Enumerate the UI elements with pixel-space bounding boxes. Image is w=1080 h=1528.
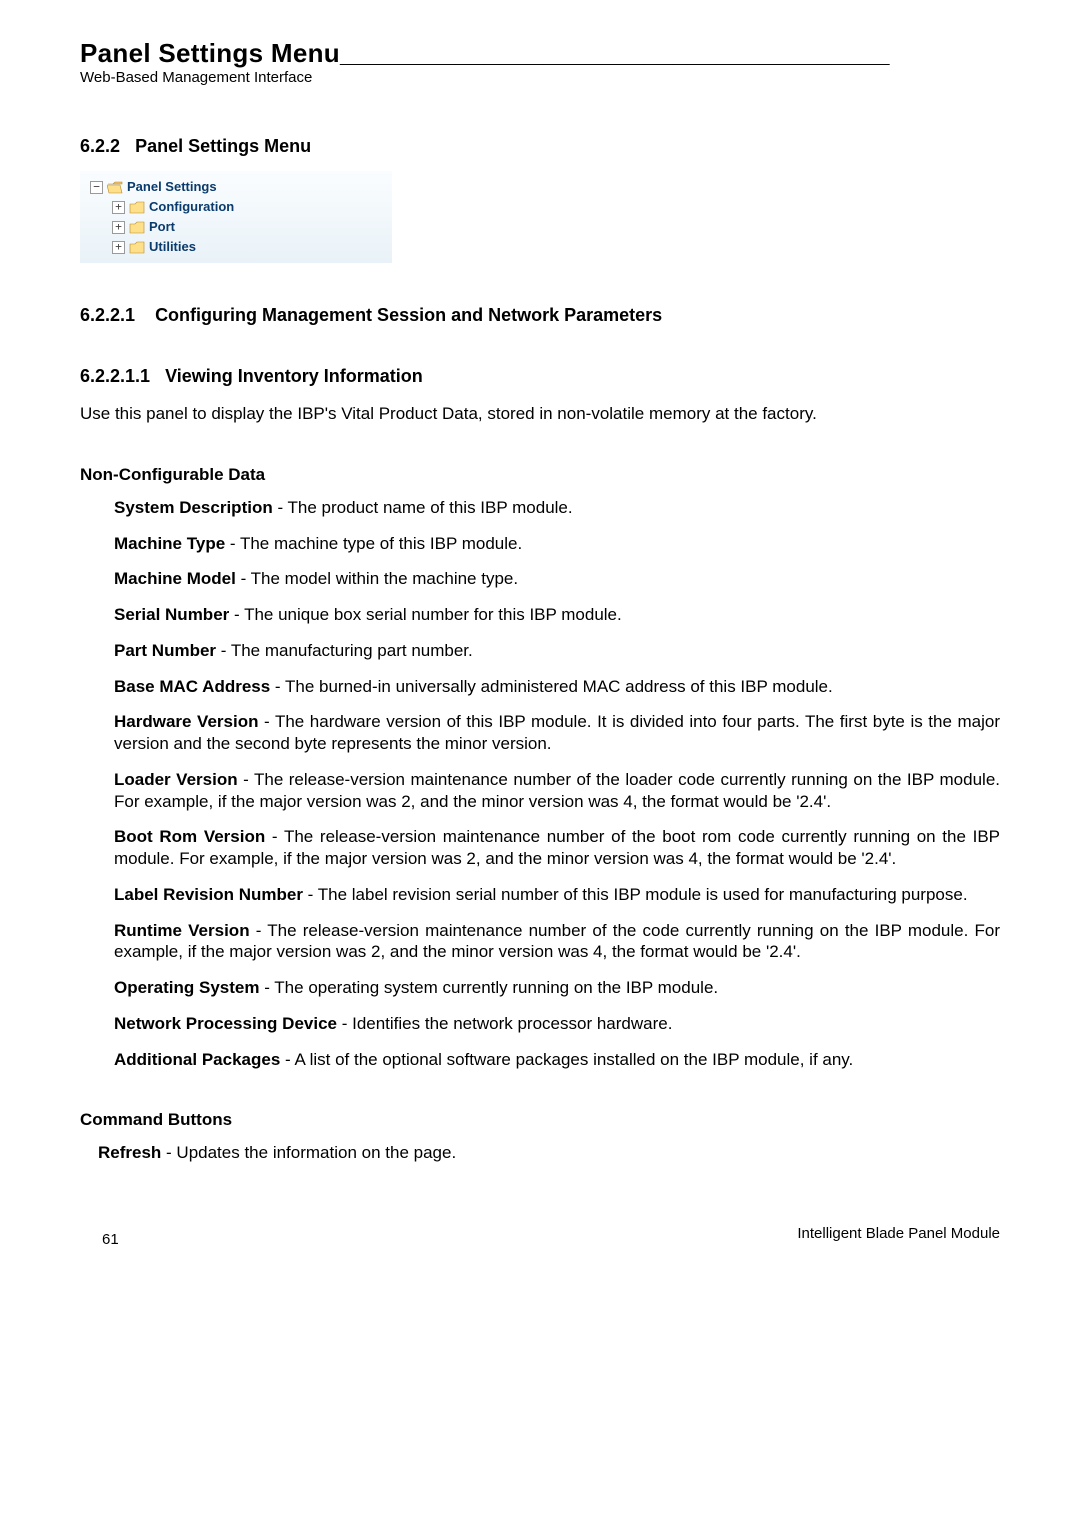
def-desc: - The release-version maintenance number…: [114, 770, 1000, 811]
def-desc: - The machine type of this IBP module.: [225, 534, 522, 553]
noncfg-list: System Description - The product name of…: [80, 497, 1000, 1071]
def-term: Serial Number: [114, 605, 229, 624]
def-desc: - Updates the information on the page.: [161, 1143, 456, 1162]
def-term: Refresh: [98, 1143, 161, 1162]
page-footer: 61 Intelligent Blade Panel Module: [80, 1224, 1000, 1248]
def-desc: - The product name of this IBP module.: [273, 498, 573, 517]
tree-root-label: Panel Settings: [127, 177, 217, 197]
def-desc: - The manufacturing part number.: [216, 641, 473, 660]
def-term: Label Revision Number: [114, 885, 303, 904]
page-title: Panel Settings Menu: [80, 38, 340, 68]
list-item: Refresh - Updates the information on the…: [98, 1142, 1000, 1164]
section-heading-6-2-2-1-1: 6.2.2.1.1 Viewing Inventory Information: [80, 366, 1000, 387]
folder-open-icon: [107, 181, 123, 194]
def-desc: - A list of the optional software packag…: [280, 1050, 853, 1069]
expand-icon[interactable]: +: [112, 221, 125, 234]
def-term: System Description: [114, 498, 273, 517]
page-header: Panel Settings Menu_____________________…: [80, 38, 1000, 69]
list-item: Part Number - The manufacturing part num…: [114, 640, 1000, 662]
list-item: Operating System - The operating system …: [114, 977, 1000, 999]
section-title: Panel Settings Menu: [135, 136, 311, 156]
section-heading-6-2-2: 6.2.2 Panel Settings Menu: [80, 136, 1000, 157]
def-term: Runtime Version: [114, 921, 250, 940]
collapse-icon[interactable]: −: [90, 181, 103, 194]
def-term: Base MAC Address: [114, 677, 270, 696]
page-subtitle: Web-Based Management Interface: [80, 69, 1000, 86]
list-item: Hardware Version - The hardware version …: [114, 711, 1000, 755]
def-desc: - The operating system currently running…: [260, 978, 719, 997]
section-number: 6.2.2: [80, 136, 120, 156]
list-item: Network Processing Device - Identifies t…: [114, 1013, 1000, 1035]
list-item: Machine Type - The machine type of this …: [114, 533, 1000, 555]
list-item: System Description - The product name of…: [114, 497, 1000, 519]
section-title: Viewing Inventory Information: [165, 366, 423, 386]
section-number: 6.2.2.1.1: [80, 366, 150, 386]
section-number: 6.2.2.1: [80, 305, 135, 325]
tree-item-label: Configuration: [149, 197, 234, 217]
list-item: Base MAC Address - The burned-in univers…: [114, 676, 1000, 698]
tree-root-row[interactable]: − Panel Settings: [86, 177, 386, 197]
page-number: 61: [102, 1231, 119, 1248]
header-rule: ______________________________________: [340, 38, 889, 68]
def-term: Operating System: [114, 978, 260, 997]
list-item: Machine Model - The model within the mac…: [114, 568, 1000, 590]
def-term: Machine Model: [114, 569, 236, 588]
nav-tree: − Panel Settings + Configuration + Port …: [80, 171, 392, 263]
def-term: Hardware Version: [114, 712, 258, 731]
list-item: Boot Rom Version - The release-version m…: [114, 826, 1000, 870]
noncfg-heading: Non-Configurable Data: [80, 465, 1000, 485]
list-item: Runtime Version - The release-version ma…: [114, 920, 1000, 964]
tree-item-utilities[interactable]: + Utilities: [86, 237, 386, 257]
expand-icon[interactable]: +: [112, 201, 125, 214]
folder-closed-icon: [129, 221, 145, 234]
tree-item-label: Port: [149, 217, 175, 237]
def-term: Loader Version: [114, 770, 238, 789]
def-desc: - The model within the machine type.: [236, 569, 518, 588]
list-item: Additional Packages - A list of the opti…: [114, 1049, 1000, 1071]
intro-paragraph: Use this panel to display the IBP's Vita…: [80, 403, 1000, 425]
def-term: Machine Type: [114, 534, 225, 553]
tree-item-port[interactable]: + Port: [86, 217, 386, 237]
def-desc: - The unique box serial number for this …: [229, 605, 621, 624]
def-term: Additional Packages: [114, 1050, 280, 1069]
cmd-list: Refresh - Updates the information on the…: [80, 1142, 1000, 1164]
folder-closed-icon: [129, 241, 145, 254]
tree-item-configuration[interactable]: + Configuration: [86, 197, 386, 217]
def-desc: - Identifies the network processor hardw…: [337, 1014, 672, 1033]
cmd-heading: Command Buttons: [80, 1110, 1000, 1130]
list-item: Serial Number - The unique box serial nu…: [114, 604, 1000, 626]
footer-product-name: Intelligent Blade Panel Module: [797, 1225, 1000, 1242]
def-desc: - The burned-in universally administered…: [270, 677, 833, 696]
def-term: Boot Rom Version: [114, 827, 265, 846]
tree-item-label: Utilities: [149, 237, 196, 257]
expand-icon[interactable]: +: [112, 241, 125, 254]
list-item: Loader Version - The release-version mai…: [114, 769, 1000, 813]
def-desc: - The label revision serial number of th…: [303, 885, 968, 904]
def-term: Network Processing Device: [114, 1014, 337, 1033]
folder-closed-icon: [129, 201, 145, 214]
list-item: Label Revision Number - The label revisi…: [114, 884, 1000, 906]
section-heading-6-2-2-1: 6.2.2.1 Configuring Management Session a…: [80, 305, 1000, 326]
section-title: Configuring Management Session and Netwo…: [155, 305, 662, 325]
def-term: Part Number: [114, 641, 216, 660]
